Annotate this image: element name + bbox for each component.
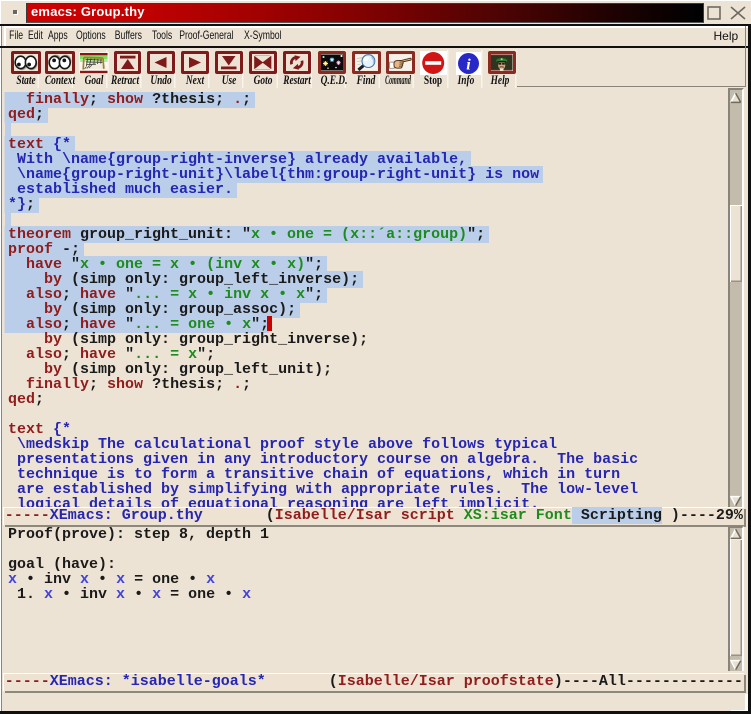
svg-text:i: i xyxy=(466,57,471,74)
